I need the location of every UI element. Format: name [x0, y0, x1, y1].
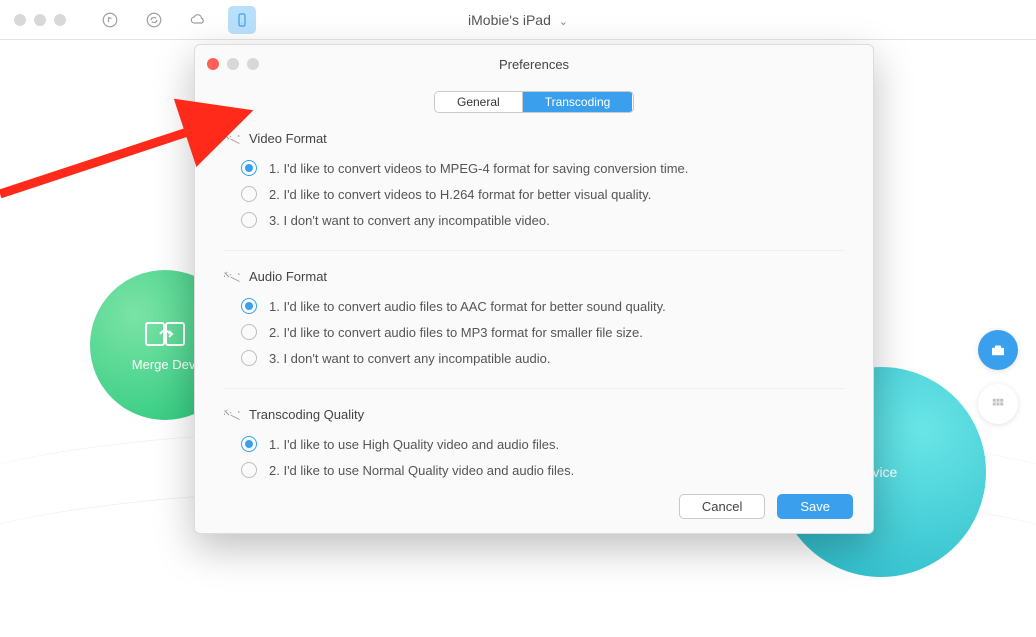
- tab-transcoding[interactable]: Transcoding: [522, 92, 633, 112]
- modal-window-controls: [207, 58, 259, 70]
- option-label: 1. I'd like to convert videos to MPEG-4 …: [269, 161, 688, 176]
- cloud-icon[interactable]: [184, 6, 212, 34]
- section-title-label: Video Format: [249, 131, 327, 146]
- radio-icon: [241, 160, 257, 176]
- minimize-dot[interactable]: [34, 14, 46, 26]
- modal-header: Preferences: [195, 45, 873, 83]
- save-button[interactable]: Save: [777, 494, 853, 519]
- option-label: 2. I'd like to convert videos to H.264 f…: [269, 187, 651, 202]
- grid-icon: [989, 395, 1007, 413]
- modal-footer: Cancel Save: [679, 494, 853, 519]
- window-controls: [14, 14, 66, 26]
- option-list: 1. I'd like to convert videos to MPEG-4 …: [223, 160, 845, 228]
- tab-general[interactable]: General: [435, 92, 522, 112]
- side-buttons: [978, 330, 1018, 424]
- radio-icon: [241, 324, 257, 340]
- zoom-dot[interactable]: [54, 14, 66, 26]
- tab-segmented: General Transcoding: [195, 91, 873, 113]
- radio-icon: [241, 298, 257, 314]
- option-label: 3. I don't want to convert any incompati…: [269, 213, 550, 228]
- option-audio-aac[interactable]: 1. I'd like to convert audio files to AA…: [241, 298, 845, 314]
- wand-icon: [223, 270, 241, 284]
- cancel-button[interactable]: Cancel: [679, 494, 765, 519]
- option-label: 1. I'd like to convert audio files to AA…: [269, 299, 666, 314]
- radio-icon: [241, 212, 257, 228]
- section-audio-format: Audio Format 1. I'd like to convert audi…: [223, 250, 845, 366]
- grid-button[interactable]: [978, 384, 1018, 424]
- option-audio-none[interactable]: 3. I don't want to convert any incompati…: [241, 350, 845, 366]
- section-title: Audio Format: [223, 269, 845, 284]
- tab-group: General Transcoding: [434, 91, 634, 113]
- close-dot[interactable]: [14, 14, 26, 26]
- device-selector[interactable]: iMobie's iPad ⌄: [468, 12, 568, 28]
- modal-body: Video Format 1. I'd like to convert vide…: [195, 113, 873, 510]
- section-transcoding-quality: Transcoding Quality 1. I'd like to use H…: [223, 388, 845, 478]
- device-icon[interactable]: [228, 6, 256, 34]
- toolbox-icon: [989, 341, 1007, 359]
- option-list: 1. I'd like to use High Quality video an…: [223, 436, 845, 478]
- option-audio-mp3[interactable]: 2. I'd like to convert audio files to MP…: [241, 324, 845, 340]
- radio-icon: [241, 350, 257, 366]
- option-list: 1. I'd like to convert audio files to AA…: [223, 298, 845, 366]
- section-title-label: Transcoding Quality: [249, 407, 364, 422]
- wand-icon: [223, 132, 241, 146]
- option-quality-high[interactable]: 1. I'd like to use High Quality video an…: [241, 436, 845, 452]
- wand-icon: [223, 408, 241, 422]
- section-title: Video Format: [223, 131, 845, 146]
- option-label: 2. I'd like to use Normal Quality video …: [269, 463, 574, 478]
- sync-icon[interactable]: [140, 6, 168, 34]
- toolbox-button[interactable]: [978, 330, 1018, 370]
- music-icon[interactable]: [96, 6, 124, 34]
- radio-icon: [241, 186, 257, 202]
- preferences-modal: Preferences General Transcoding Video Fo…: [194, 44, 874, 534]
- section-title: Transcoding Quality: [223, 407, 845, 422]
- minimize-icon[interactable]: [227, 58, 239, 70]
- modal-title: Preferences: [499, 57, 569, 72]
- merge-label: Merge Devi: [132, 357, 198, 372]
- toolbar-icons: [96, 6, 256, 34]
- radio-icon: [241, 462, 257, 478]
- section-title-label: Audio Format: [249, 269, 327, 284]
- option-label: 2. I'd like to convert audio files to MP…: [269, 325, 643, 340]
- radio-icon: [241, 436, 257, 452]
- option-label: 3. I don't want to convert any incompati…: [269, 351, 550, 366]
- section-video-format: Video Format 1. I'd like to convert vide…: [223, 131, 845, 228]
- zoom-icon[interactable]: [247, 58, 259, 70]
- chevron-down-icon: ⌄: [559, 16, 568, 28]
- merge-icon: [145, 319, 185, 349]
- option-video-h264[interactable]: 2. I'd like to convert videos to H.264 f…: [241, 186, 845, 202]
- option-video-mpeg4[interactable]: 1. I'd like to convert videos to MPEG-4 …: [241, 160, 845, 176]
- main-toolbar: iMobie's iPad ⌄: [0, 0, 1036, 40]
- close-icon[interactable]: [207, 58, 219, 70]
- device-title: iMobie's iPad: [468, 12, 551, 28]
- option-label: 1. I'd like to use High Quality video an…: [269, 437, 559, 452]
- option-video-none[interactable]: 3. I don't want to convert any incompati…: [241, 212, 845, 228]
- option-quality-normal[interactable]: 2. I'd like to use Normal Quality video …: [241, 462, 845, 478]
